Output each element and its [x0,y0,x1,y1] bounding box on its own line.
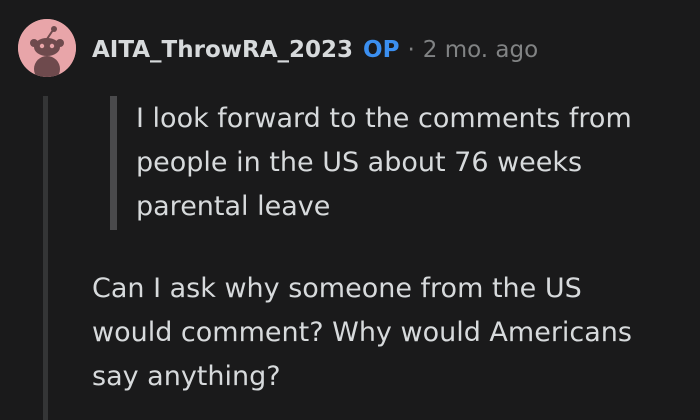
comment-header: AITA_ThrowRA_2023 OP · 2 mo. ago [92,33,538,67]
comment-timestamp[interactable]: 2 mo. ago [423,37,538,63]
comment: AITA_ThrowRA_2023 OP · 2 mo. ago I look … [0,0,700,420]
username-link[interactable]: AITA_ThrowRA_2023 [92,37,353,63]
user-avatar[interactable] [18,19,76,77]
comment-body: Can I ask why someone from the US would … [92,267,682,399]
blockquote-text: I look forward to the comments from peop… [136,97,686,229]
thread-collapse-line[interactable] [43,96,48,420]
quote-line: people in the US about 76 weeks [136,147,583,178]
quote-line: parental leave [136,191,331,222]
blockquote-bar [110,96,117,230]
quote-line: I look forward to the comments from [136,103,632,134]
meta-separator: · [407,37,415,63]
op-badge: OP [363,37,400,63]
body-line: say anything? [92,361,281,392]
body-line: would comment? Why would Americans [92,317,632,348]
snoo-avatar-icon [18,19,76,77]
body-line: Can I ask why someone from the US [92,273,582,304]
